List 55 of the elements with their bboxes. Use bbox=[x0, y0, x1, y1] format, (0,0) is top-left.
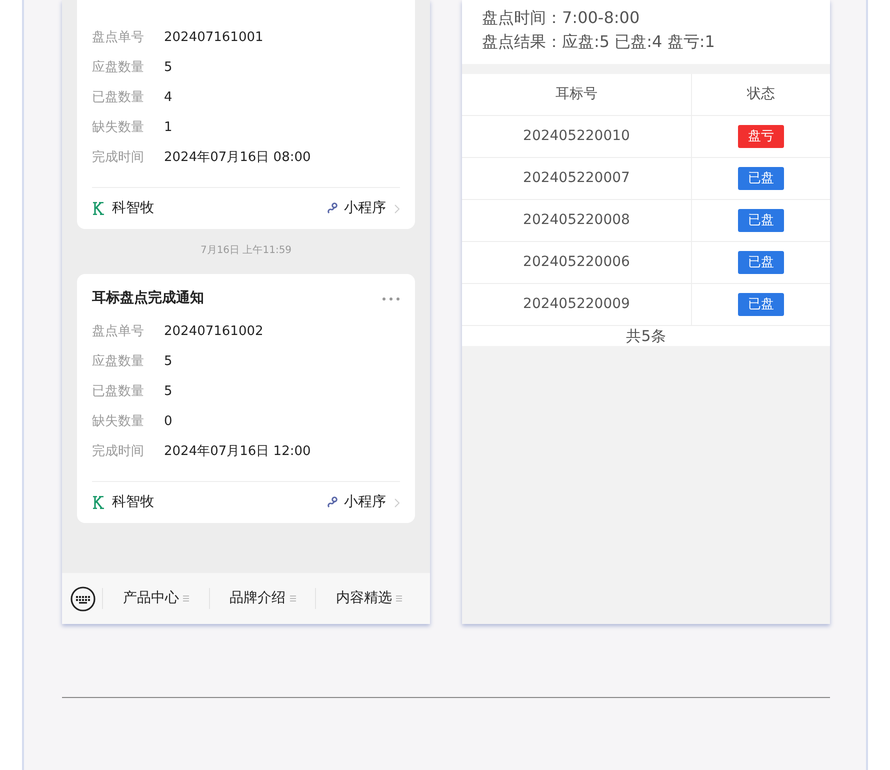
field-value: 202407161001 bbox=[164, 29, 264, 48]
field-label: 已盘数量 bbox=[92, 89, 145, 108]
ear-tag-cell: 202405220008 bbox=[462, 200, 692, 241]
column-header: 状态 bbox=[746, 85, 776, 104]
more-icon[interactable] bbox=[382, 296, 400, 300]
info-line: 盘点结果：应盘:5 已盘:4 盘亏:1 bbox=[482, 31, 716, 53]
mini-program-link[interactable]: 小程序 bbox=[344, 492, 386, 513]
ear-tag-cell: 202405220007 bbox=[462, 158, 692, 199]
menu-button[interactable]: 内容精选 bbox=[315, 588, 422, 609]
info-line: 盘点时间：7:00-8:00 bbox=[482, 7, 641, 29]
field-value: 5 bbox=[164, 353, 172, 372]
status-tag: 已盘 bbox=[738, 250, 784, 274]
field-value: 4 bbox=[164, 89, 172, 108]
chevron-icon bbox=[394, 498, 400, 508]
field-label: 完成时间 bbox=[92, 443, 145, 462]
keyboard-icon[interactable] bbox=[70, 586, 96, 612]
link-icon bbox=[327, 202, 340, 215]
total-count: 共5条 bbox=[462, 326, 830, 346]
card-title: 耳标盘点完成通知 bbox=[92, 288, 204, 308]
field-value: 5 bbox=[164, 59, 172, 78]
field-label: 已盘数量 bbox=[92, 383, 145, 402]
field-value: 2024年07月16日 12:00 bbox=[164, 443, 311, 462]
ear-tag-cell: 202405220010 bbox=[462, 116, 692, 157]
field-label: 应盘数量 bbox=[92, 353, 145, 372]
link-icon bbox=[327, 496, 340, 509]
field-label: 盘点单号 bbox=[92, 29, 145, 48]
ear-tag-cell: 202405220009 bbox=[462, 284, 692, 325]
mini-program-link[interactable]: 小程序 bbox=[344, 198, 386, 219]
field-value: 0 bbox=[164, 413, 172, 432]
field-value: 2024年07月16日 08:00 bbox=[164, 149, 311, 168]
brand-name: 科智牧 bbox=[112, 493, 154, 512]
status-tag: 已盘 bbox=[738, 208, 784, 232]
menu-lines-icon bbox=[396, 595, 402, 602]
timestamp: 7月16日 上午11:59 bbox=[199, 244, 293, 258]
field-label: 应盘数量 bbox=[92, 59, 145, 78]
status-tag: 盘亏 bbox=[738, 124, 784, 148]
status-tag: 已盘 bbox=[738, 166, 784, 190]
menu-lines-icon bbox=[182, 595, 189, 602]
field-label: 完成时间 bbox=[92, 149, 145, 168]
logo-icon bbox=[92, 202, 104, 215]
menu-button[interactable]: 产品中心 bbox=[102, 588, 209, 609]
logo-icon bbox=[92, 496, 104, 509]
ear-tag-cell: 202405220006 bbox=[462, 242, 692, 283]
brand-name: 科智牧 bbox=[112, 199, 154, 218]
status-tag: 已盘 bbox=[738, 292, 784, 316]
field-value: 202407161002 bbox=[164, 323, 264, 342]
menu-button[interactable]: 品牌介绍 bbox=[208, 588, 316, 609]
field-value: 1 bbox=[164, 119, 172, 138]
field-label: 缺失数量 bbox=[92, 413, 145, 432]
field-label: 缺失数量 bbox=[92, 119, 145, 138]
column-header: 耳标号 bbox=[462, 74, 692, 115]
chevron-icon bbox=[394, 204, 400, 214]
field-value: 5 bbox=[164, 383, 172, 402]
menu-lines-icon bbox=[290, 595, 296, 602]
field-label: 盘点单号 bbox=[92, 323, 145, 342]
